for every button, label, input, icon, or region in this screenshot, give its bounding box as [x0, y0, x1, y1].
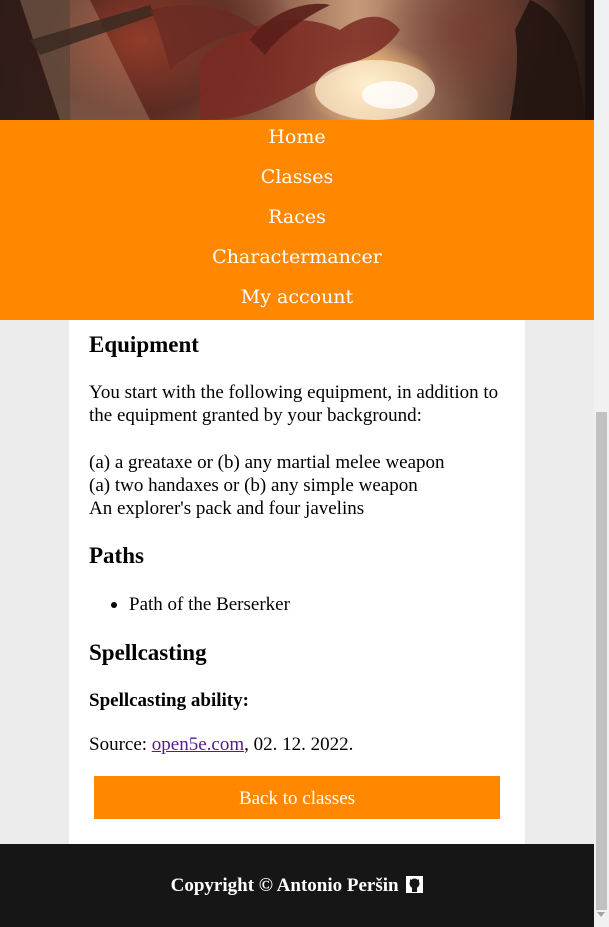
spellcasting-heading: Spellcasting: [89, 640, 207, 665]
nav-item-charactermancer[interactable]: Charactermancer: [0, 240, 594, 280]
source-line: Source: open5e.com, 02. 12. 2022.: [89, 733, 509, 756]
source-prefix: Source:: [89, 734, 152, 755]
source-suffix: , 02. 12. 2022.: [244, 734, 354, 755]
source-link[interactable]: open5e.com: [152, 734, 244, 755]
equipment-intro: You start with the following equipment, …: [89, 382, 499, 426]
paths-list: Path of the Berserker: [89, 593, 290, 616]
spellcasting-ability-label: Spellcasting ability:: [89, 690, 249, 711]
bullet-icon: [111, 602, 117, 608]
back-to-classes-button[interactable]: Back to classes: [94, 776, 500, 819]
copyright-text: Copyright © Antonio Peršin: [170, 875, 399, 896]
path-label: Path of the Berserker: [129, 594, 290, 615]
nav-item-home[interactable]: Home: [0, 120, 594, 160]
equipment-line: (a) two handaxes or (b) any simple weapo…: [89, 475, 418, 496]
equipment-line: An explorer's pack and four javelins: [89, 498, 365, 519]
equipment-heading: Equipment: [89, 332, 199, 357]
main-nav: Home Classes Races Charactermancer My ac…: [0, 120, 594, 320]
equipment-line: (a) a greataxe or (b) any martial melee …: [89, 452, 445, 473]
nav-item-my-account[interactable]: My account: [0, 280, 594, 320]
list-item: Path of the Berserker: [89, 593, 290, 616]
nav-item-races[interactable]: Races: [0, 200, 594, 240]
scrollbar-thumb[interactable]: [596, 412, 607, 910]
dragon-illustration: [0, 0, 594, 120]
nav-item-classes[interactable]: Classes: [0, 160, 594, 200]
paths-heading: Paths: [89, 543, 144, 568]
scroll-down-arrow-icon[interactable]: [597, 912, 605, 917]
github-icon[interactable]: [406, 876, 424, 893]
hero-banner-image: [0, 0, 594, 120]
class-detail-card: Equipment You start with the following e…: [69, 320, 525, 844]
footer-copyright: Copyright © Antonio Peršin: [0, 875, 594, 897]
footer: Copyright © Antonio Peršin: [0, 844, 594, 927]
page: Home Classes Races Charactermancer My ac…: [0, 0, 594, 927]
